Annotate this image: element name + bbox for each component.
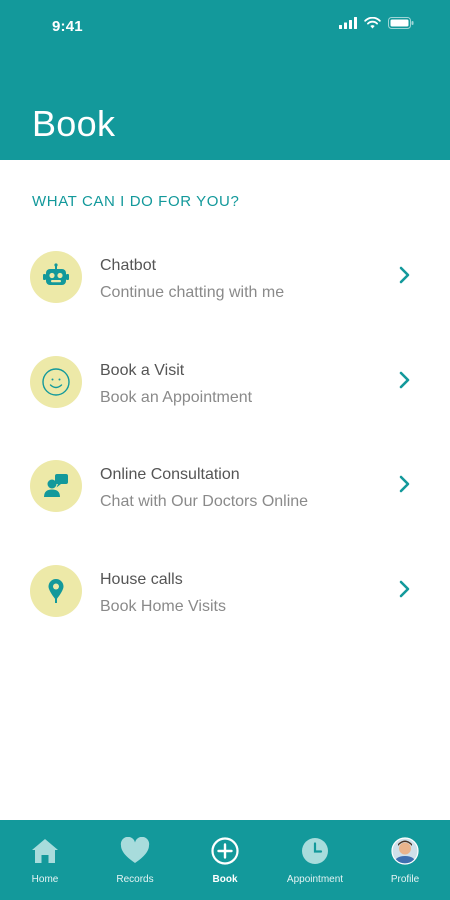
bottom-tab-bar: Home Records Book Appointment Profile bbox=[0, 820, 450, 900]
tab-label: Records bbox=[116, 874, 154, 885]
menu-item-title: Online Consultation bbox=[100, 466, 240, 483]
status-bar: 9:41 bbox=[0, 0, 450, 56]
menu-item-subtitle: Book an Appointment bbox=[100, 388, 253, 406]
signal-icon bbox=[339, 17, 357, 29]
heart-icon bbox=[120, 836, 150, 866]
tab-profile[interactable]: Profile bbox=[360, 820, 450, 900]
tab-home[interactable]: Home bbox=[0, 820, 90, 900]
chevron-right-icon bbox=[399, 475, 410, 493]
tab-label: Profile bbox=[390, 874, 420, 885]
menu-item-online-consultation[interactable]: Online Consultation Chat with Our Doctor… bbox=[0, 434, 450, 539]
booking-options-list: Chatbot Continue chatting with me Book a… bbox=[0, 225, 450, 643]
menu-item-book-visit[interactable]: Book a Visit Book an Appointment bbox=[0, 330, 450, 435]
location-pin-icon bbox=[30, 564, 82, 617]
page-title: Book bbox=[32, 103, 116, 144]
tab-records[interactable]: Records bbox=[90, 820, 180, 900]
menu-item-house-calls[interactable]: House calls Book Home Visits bbox=[0, 539, 450, 644]
menu-item-subtitle: Book Home Visits bbox=[100, 597, 226, 615]
robot-icon bbox=[30, 251, 82, 303]
chevron-right-icon bbox=[399, 580, 410, 597]
menu-item-subtitle: Continue chatting with me bbox=[100, 284, 285, 301]
menu-item-chatbot[interactable]: Chatbot Continue chatting with me bbox=[0, 225, 450, 330]
smiley-icon bbox=[30, 355, 82, 408]
home-icon bbox=[30, 836, 60, 866]
chevron-right-icon bbox=[399, 266, 410, 284]
wifi-icon bbox=[364, 17, 381, 29]
menu-item-text: Book a Visit Book an Appointment bbox=[100, 361, 252, 408]
tab-appointment[interactable]: Appointment bbox=[270, 820, 360, 900]
header: 9:41 Book bbox=[0, 0, 450, 160]
chevron-right-icon bbox=[399, 371, 410, 388]
menu-item-subtitle: Chat with Our Doctors Online bbox=[100, 493, 309, 510]
menu-item-text: Online Consultation Chat with Our Doctor… bbox=[100, 465, 308, 512]
tab-book[interactable]: Book bbox=[180, 820, 270, 900]
doctor-chat-icon bbox=[30, 460, 82, 512]
tab-label: Appointment bbox=[286, 874, 344, 885]
menu-item-title: House calls bbox=[100, 570, 183, 588]
section-heading: WHAT CAN I DO FOR YOU? bbox=[32, 193, 240, 210]
avatar bbox=[390, 836, 420, 866]
plus-circle-icon bbox=[210, 836, 240, 866]
menu-item-title: Chatbot bbox=[100, 257, 157, 274]
status-icons bbox=[339, 17, 414, 29]
status-time: 9:41 bbox=[52, 18, 83, 35]
clock-icon bbox=[300, 836, 330, 866]
tab-label: Home bbox=[31, 874, 59, 885]
menu-item-title: Book a Visit bbox=[100, 361, 185, 379]
menu-item-text: House calls Book Home Visits bbox=[100, 570, 226, 617]
battery-icon bbox=[388, 17, 414, 29]
menu-item-text: Chatbot Continue chatting with me bbox=[100, 256, 284, 303]
tab-label: Book bbox=[212, 874, 238, 885]
